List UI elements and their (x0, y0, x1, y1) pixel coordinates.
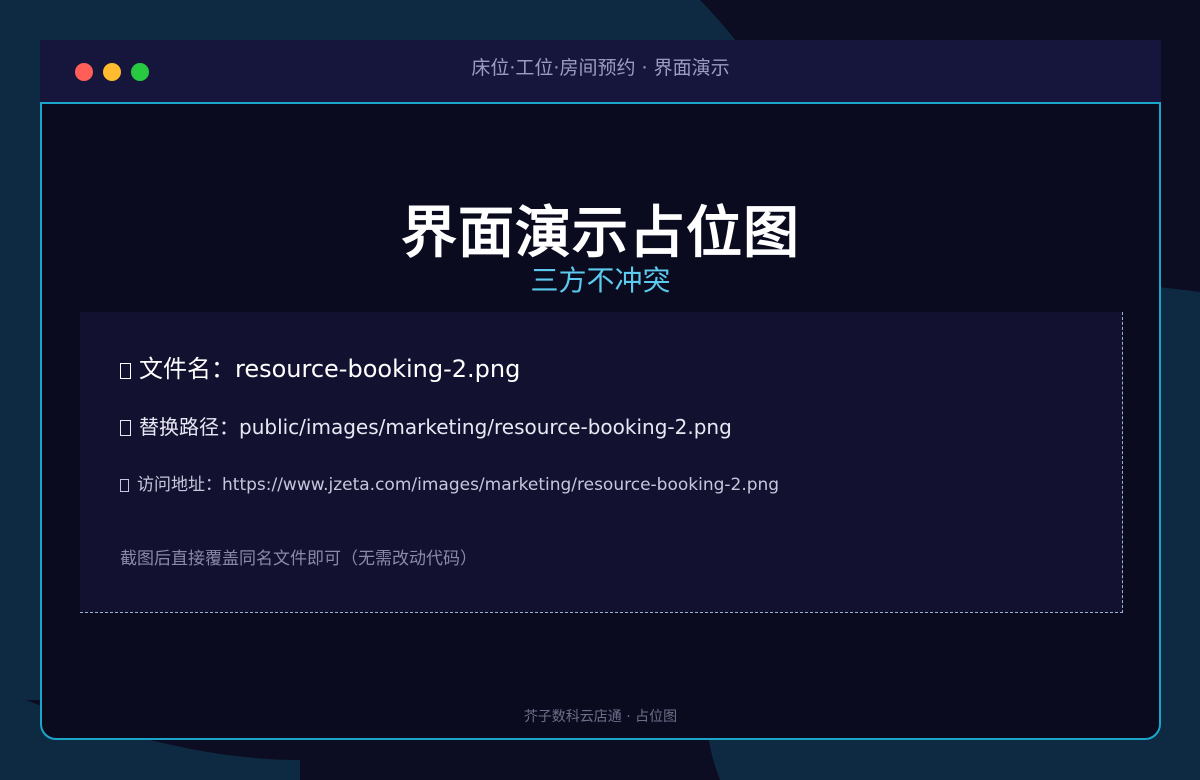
access-url-label: 访问地址： (137, 475, 222, 495)
link-icon (120, 479, 129, 492)
replace-path-label: 替换路径： (139, 415, 239, 439)
file-icon (120, 363, 131, 379)
folder-icon (120, 420, 131, 436)
replace-path-value: public/images/marketing/resource-booking… (239, 415, 732, 439)
footer-text: 芥子数科云店通 · 占位图 (523, 709, 678, 725)
filename-value: resource-booking-2.png (235, 355, 521, 383)
replace-path-row: 替换路径：public/images/marketing/resource-bo… (120, 414, 732, 440)
filename-label: 文件名： (139, 355, 235, 383)
filename-row: 文件名：resource-booking-2.png (120, 354, 520, 384)
instruction-note: 截图后直接覆盖同名文件即可（无需改动代码） (120, 549, 477, 569)
window-title: 床位·工位·房间预约 · 界面演示 (471, 57, 730, 79)
app-window: 床位·工位·房间预约 · 界面演示 界面演示占位图 三方不冲突 文件名：reso… (40, 40, 1161, 740)
page-title: 界面演示占位图 (401, 201, 800, 266)
access-url-value: https://www.jzeta.com/images/marketing/r… (222, 475, 780, 495)
content-area: 界面演示占位图 三方不冲突 文件名：resource-booking-2.png… (40, 102, 1161, 740)
access-url-row: 访问地址：https://www.jzeta.com/images/market… (120, 474, 779, 496)
window-titlebar: 床位·工位·房间预约 · 界面演示 (40, 40, 1161, 102)
placeholder-info-panel: 文件名：resource-booking-2.png 替换路径：public/i… (80, 312, 1123, 613)
page-subtitle: 三方不冲突 (530, 264, 671, 297)
